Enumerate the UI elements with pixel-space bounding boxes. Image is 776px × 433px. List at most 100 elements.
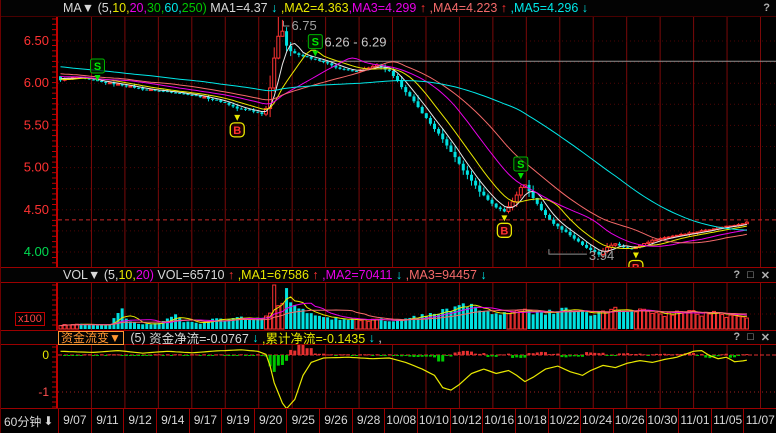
header-segment: (5): [127, 331, 146, 345]
price-axis-label: 5.50: [24, 117, 49, 132]
header-segment: (: [94, 1, 102, 15]
vol-dropdown[interactable]: VOL▼: [63, 268, 100, 282]
volume-indicator-header: VOL▼ (5,10,20) VOL=65710 ↑ ,MA1=67586 ↑ …: [1, 267, 776, 283]
date-label: 10/30: [646, 409, 679, 433]
header-segment: (: [100, 268, 108, 282]
price-axis-label: 6.50: [24, 33, 49, 48]
header-segment: ↓: [477, 268, 487, 282]
price-axis-label: 4.00: [24, 244, 49, 259]
date-label: 10/24: [580, 409, 613, 433]
header-segment: 5,: [108, 268, 118, 282]
date-label: 9/12: [123, 409, 156, 433]
sell-marker: S: [514, 157, 528, 179]
period-label: 60分钟: [4, 413, 41, 430]
help-icon[interactable]: ?: [733, 331, 740, 344]
header-segment: ↑: [416, 1, 426, 15]
price-axis-label: 5.00: [24, 160, 49, 175]
header-segment: 资金净流=-0.0767: [146, 328, 249, 347]
flow-axis-label: 0: [42, 348, 49, 362]
date-label: 11/05: [711, 409, 744, 433]
cumulative-flow-line: [61, 350, 747, 408]
flow-indicator-dropdown[interactable]: 资金流变▼: [58, 331, 124, 345]
header-segment: 60,: [164, 1, 181, 15]
volume-chart[interactable]: [1, 283, 776, 330]
price-axis-label: 6.00: [24, 75, 49, 90]
panel-controls: ? □ ✕: [733, 331, 776, 344]
header-segment: 250): [182, 1, 207, 15]
date-label: 9/20: [254, 409, 287, 433]
svg-text:S: S: [517, 159, 524, 171]
date-label: 10/18: [515, 409, 548, 433]
svg-text:B: B: [500, 225, 508, 237]
ma-line: [61, 58, 747, 246]
svg-text:B: B: [233, 125, 241, 137]
svg-text:S: S: [312, 37, 319, 49]
panel-controls: ?: [763, 2, 776, 14]
flow-axis-label: -1: [38, 385, 49, 399]
header-segment: ↑: [497, 1, 507, 15]
date-label: 10/12: [450, 409, 483, 433]
capital-flow-chart[interactable]: 0 -1: [1, 345, 776, 408]
header-segment: ,: [375, 331, 382, 345]
high-price-annotation: 6.75: [291, 18, 316, 33]
header-segment: MA1=4.37: [207, 1, 268, 15]
main-price-chart[interactable]: 6.50 6.00 5.50 5.00 4.50 4.00 6.75 3.94 S B S 6.26 …: [1, 17, 776, 267]
date-label: 10/08: [384, 409, 417, 433]
header-segment: 20): [136, 268, 154, 282]
header-segment: ↓: [365, 331, 375, 345]
header-segment: ↑: [224, 268, 234, 282]
header-segment: ,MA2=70411: [319, 268, 393, 282]
svg-text:S: S: [94, 61, 101, 73]
price-axis-label: 4.50: [24, 202, 49, 217]
header-segment: ↑: [309, 268, 319, 282]
maximize-icon[interactable]: □: [747, 331, 754, 344]
date-label: 9/19: [221, 409, 254, 433]
date-label: 9/25: [286, 409, 319, 433]
svg-text:B: B: [632, 262, 640, 267]
date-label: 10/16: [482, 409, 515, 433]
date-label: 9/07: [58, 409, 91, 433]
ma-indicator-header: MA▼ (5,10,20,30,60,250) MA1=4.37 ↓ ,MA2=…: [1, 0, 776, 17]
buy-marker: B: [497, 215, 511, 237]
buy-marker: B: [629, 252, 643, 267]
date-label: 10/22: [548, 409, 581, 433]
date-label: 10/26: [613, 409, 646, 433]
header-segment: 30,: [147, 1, 164, 15]
date-label: 11/01: [678, 409, 711, 433]
maximize-icon[interactable]: □: [747, 269, 754, 282]
header-segment: ,MA1=67586: [234, 268, 309, 282]
ma-dropdown[interactable]: MA▼: [63, 1, 94, 15]
help-icon[interactable]: ?: [733, 269, 740, 282]
close-icon[interactable]: ✕: [761, 269, 770, 282]
header-segment: VOL=65710: [154, 268, 225, 282]
panel-controls: ? □ ✕: [733, 269, 776, 282]
date-label: 9/11: [91, 409, 124, 433]
volume-scale-label: x100: [15, 312, 45, 326]
help-icon[interactable]: ?: [763, 2, 770, 14]
header-segment: ,MA5=4.296: [507, 1, 578, 15]
low-price-annotation: 3.94: [589, 248, 614, 263]
header-segment: ,MA4=4.223: [426, 1, 497, 15]
date-label: 11/07: [743, 409, 776, 433]
buy-marker: B: [230, 115, 244, 137]
date-label: 9/14: [156, 409, 189, 433]
header-segment: ,MA3=4.299: [349, 1, 417, 15]
date-label: 9/17: [189, 409, 222, 433]
header-segment: 20,: [130, 1, 147, 15]
date-label: 10/10: [417, 409, 450, 433]
stock-chart-window: MA▼ (5,10,20,30,60,250) MA1=4.37 ↓ ,MA2=…: [0, 0, 776, 433]
date-label: 9/26: [319, 409, 352, 433]
date-label: 9/28: [352, 409, 385, 433]
header-segment: ↓: [578, 1, 588, 15]
header-segment: ,累计净流=-0.1435: [259, 328, 366, 347]
header-segment: ↓: [249, 331, 259, 345]
date-labels: 9/079/119/129/149/179/199/209/259/269/28…: [58, 409, 776, 433]
header-segment: 5,: [102, 1, 112, 15]
header-segment: ,MA2=4.363: [277, 1, 348, 15]
header-segment: 10,: [112, 1, 129, 15]
period-selector[interactable]: 60分钟 ⬇: [1, 409, 58, 433]
close-icon[interactable]: ✕: [761, 331, 770, 344]
capital-flow-header: 资金流变▼ (5) 资金净流=-0.0767 ↓ ,累计净流=-0.1435 ↓…: [1, 330, 776, 345]
header-segment: ↓: [268, 1, 278, 15]
sell-price-range: 6.26 - 6.29: [324, 35, 386, 50]
